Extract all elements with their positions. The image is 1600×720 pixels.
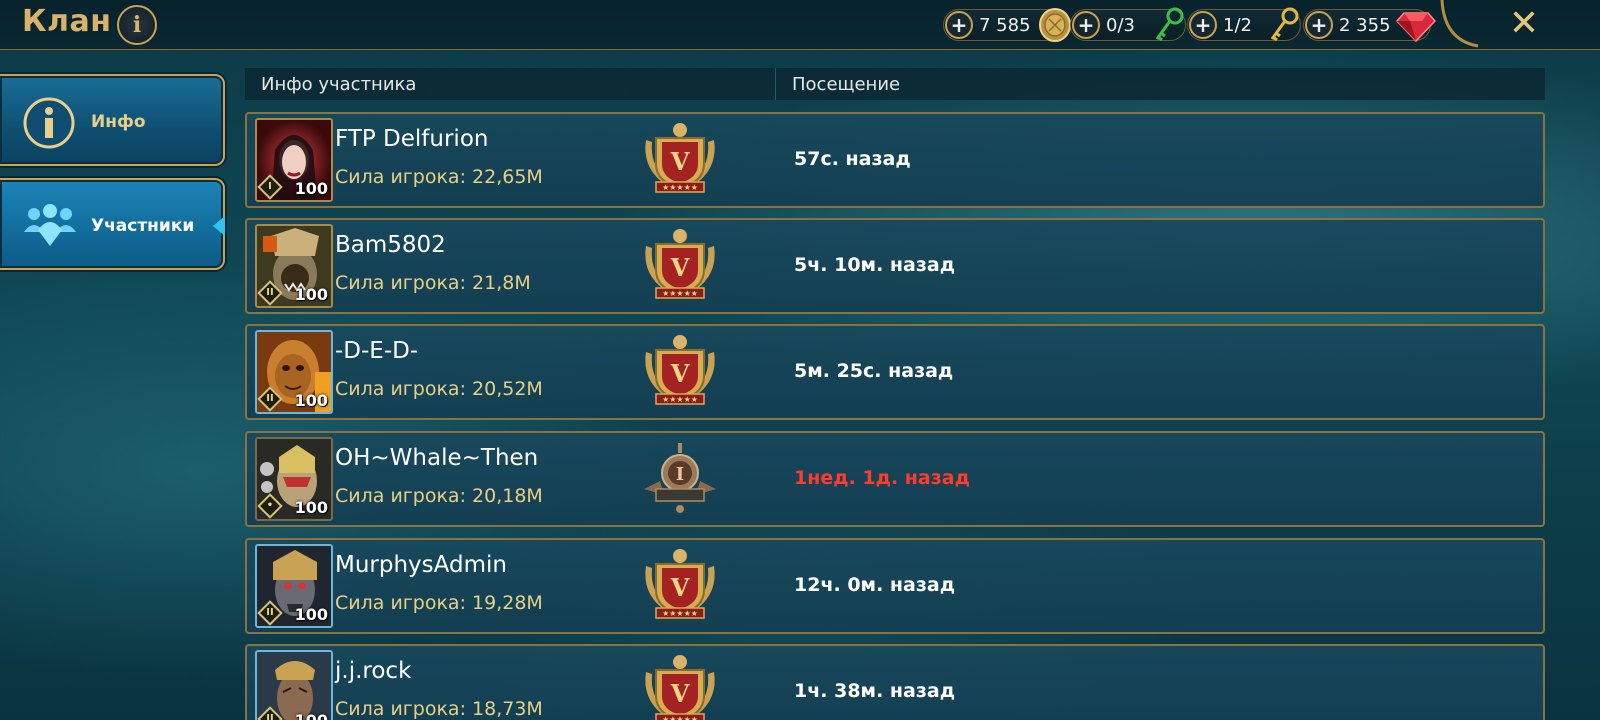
rank-v-badge: V ★★★★★ (645, 655, 715, 720)
active-indicator (213, 216, 225, 236)
avatar[interactable]: II 100 (255, 544, 333, 628)
table-row[interactable]: II 100 -D-E-D- Сила игрока: 20,52M V ★★★… (245, 324, 1545, 420)
ruby-gem-icon (1396, 12, 1436, 43)
champion-level: 100 (294, 498, 328, 517)
svg-text:V: V (670, 147, 690, 176)
add-gold-key-button[interactable]: + (1189, 11, 1217, 39)
sidebar-item-label: Инфо (91, 112, 146, 132)
close-button[interactable]: ✕ (1506, 4, 1542, 44)
rank-v-badge: V ★★★★★ (645, 549, 715, 619)
player-name: j.j.rock (335, 658, 412, 684)
column-divider (775, 68, 776, 100)
svg-text:★★★★★: ★★★★★ (662, 183, 698, 192)
avatar[interactable]: II 100 (255, 650, 333, 720)
info-icon (23, 97, 75, 149)
gems-value: 2 355 (1339, 14, 1391, 36)
page-title: Клан (22, 4, 112, 39)
top-bar: Клан i + 7 585 + 0/3 + 1/2 + 2 355 ✕ (0, 0, 1600, 50)
add-arena-key-button[interactable]: + (1072, 11, 1100, 39)
player-power: Сила игрока: 20,52M (335, 378, 543, 400)
rank-i-badge: I (644, 443, 716, 513)
player-power: Сила игрока: 22,65M (335, 166, 543, 188)
player-power: Сила игрока: 20,18M (335, 485, 543, 507)
player-name: MurphysAdmin (335, 552, 507, 578)
table-row[interactable]: • 100 OH~Whale~Then Сила игрока: 20,18M … (245, 431, 1545, 527)
svg-text:V: V (670, 359, 690, 388)
last-visit: 12ч. 0м. назад (794, 574, 956, 596)
add-gems-button[interactable]: + (1305, 11, 1333, 39)
gold-key-counter: + 1/2 (1187, 7, 1301, 42)
members-icon (24, 204, 76, 246)
avatar[interactable]: II 100 (255, 224, 333, 308)
svg-text:★★★★★: ★★★★★ (662, 289, 698, 298)
column-header-member-info: Инфо участника (261, 74, 417, 95)
svg-text:I: I (676, 464, 684, 485)
champion-level: 100 (295, 711, 328, 720)
arena-key-counter: + 0/3 (1070, 7, 1186, 42)
last-visit: 1ч. 38м. назад (794, 680, 956, 702)
add-silver-button[interactable]: + (945, 11, 973, 39)
silver-coin-icon (1039, 8, 1071, 42)
champion-level: 100 (294, 391, 328, 410)
svg-text:★★★★★: ★★★★★ (662, 609, 698, 618)
silver-counter: + 7 585 (943, 8, 1071, 42)
avatar[interactable]: • 100 (255, 437, 333, 521)
player-power: Сила игрока: 18,73M (335, 698, 543, 720)
last-visit: 5ч. 10м. назад (794, 254, 956, 276)
sidebar-item-label: Участники (91, 216, 195, 236)
svg-text:V: V (670, 679, 690, 708)
player-name: -D-E-D- (335, 338, 419, 364)
player-power: Сила игрока: 19,28M (335, 592, 543, 614)
table-row[interactable]: II 100 MurphysAdmin Сила игрока: 19,28M … (245, 538, 1545, 634)
last-visit: 1нед. 1д. назад (794, 467, 970, 489)
player-name: Bam5802 (335, 232, 446, 258)
svg-text:★★★★★: ★★★★★ (662, 715, 698, 720)
silver-value: 7 585 (979, 14, 1031, 36)
gems-counter: + 2 355 (1303, 9, 1436, 43)
last-visit: 5м. 25с. назад (794, 360, 954, 382)
clan-info-button[interactable]: i (117, 5, 157, 45)
avatar[interactable]: II 100 (255, 330, 333, 414)
rank-v-badge: V ★★★★★ (645, 229, 715, 299)
sidebar-item-members[interactable]: Участники (0, 178, 225, 270)
player-name: OH~Whale~Then (335, 445, 539, 471)
corner-ornament (1440, 0, 1479, 48)
gold-key-icon (1270, 7, 1299, 42)
svg-text:V: V (670, 253, 690, 282)
rank-v-badge: V ★★★★★ (645, 123, 715, 193)
sidebar-item-info[interactable]: Инфо (0, 74, 225, 166)
last-visit: 57с. назад (794, 148, 911, 170)
table-row[interactable]: II 100 j.j.rock Сила игрока: 18,73M V ★★… (245, 644, 1545, 720)
player-name: FTP Delfurion (335, 126, 489, 152)
table-row[interactable]: II 100 Bam5802 Сила игрока: 21,8M V ★★★★… (245, 218, 1545, 314)
column-header-last-visit: Посещение (792, 74, 901, 95)
info-icon: i (132, 12, 142, 38)
members-table-header: Инфо участника Посещение (245, 68, 1545, 100)
table-row[interactable]: I 100 FTP Delfurion Сила игрока: 22,65M … (245, 112, 1545, 208)
arena-key-value: 0/3 (1106, 14, 1135, 36)
avatar[interactable]: I 100 (255, 118, 333, 202)
green-key-icon (1155, 7, 1184, 42)
player-power: Сила игрока: 21,8M (335, 272, 531, 294)
champion-level: 100 (294, 605, 328, 624)
svg-text:V: V (670, 573, 690, 602)
rank-v-badge: V ★★★★★ (645, 335, 715, 405)
svg-text:★★★★★: ★★★★★ (662, 395, 698, 404)
champion-level: 100 (294, 179, 328, 198)
gold-key-value: 1/2 (1223, 14, 1252, 36)
champion-level: 100 (294, 285, 328, 304)
